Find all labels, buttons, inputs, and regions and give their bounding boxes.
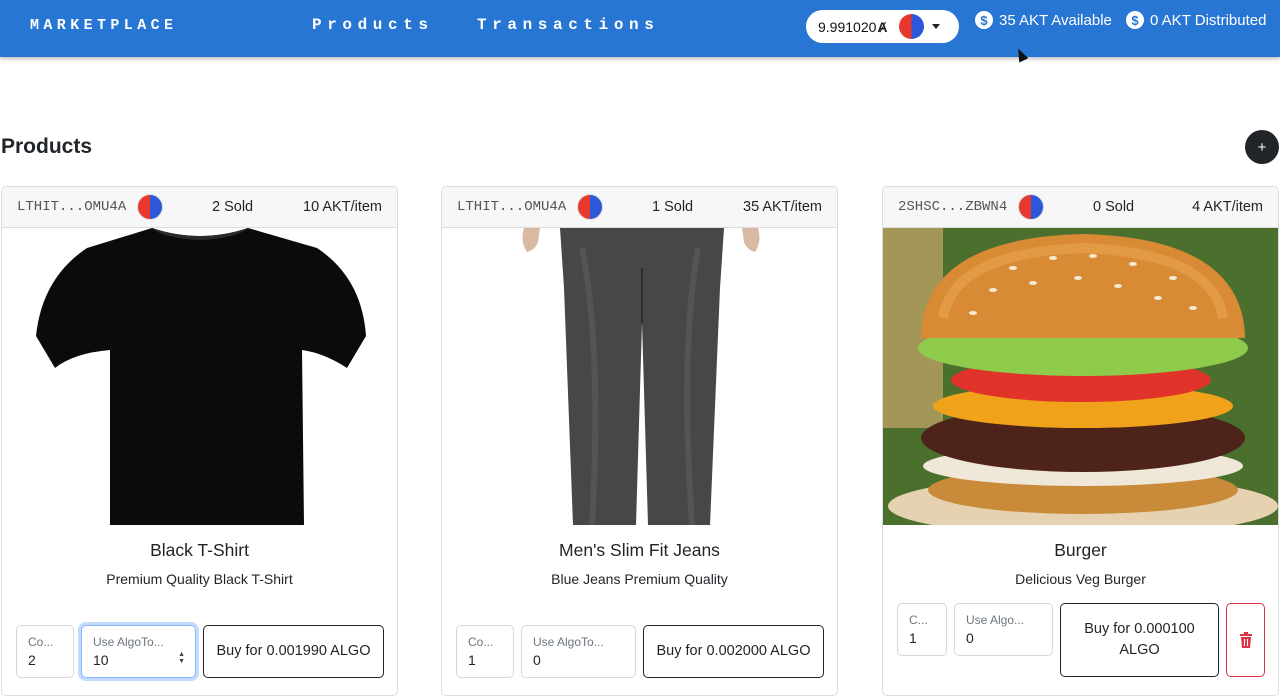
price-per-item: 10 AKT/item [303,199,382,215]
product-description: Delicious Veg Burger [1015,571,1146,587]
sold-count: 2 Sold [212,199,254,215]
algotoken-input[interactable]: Use Algo... 0 [954,603,1053,656]
algotoken-value: 0 [966,630,974,646]
seller-avatar [1018,194,1044,220]
algotoken-label: Use AlgoTo... [533,635,604,649]
product-image [442,228,837,526]
product-name: Burger [1054,540,1107,560]
count-label: Co... [28,635,54,649]
count-value: 1 [909,630,917,646]
price-per-item: 4 AKT/item [1192,199,1263,215]
nav-link-transactions[interactable]: Transactions [477,16,659,34]
count-input[interactable]: C... 1 [897,603,947,656]
count-value: 2 [28,652,36,668]
stepper-icon[interactable]: ▲ ▼ [178,651,185,665]
akt-available-label: 35 AKT Available [999,11,1112,29]
seller-address[interactable]: 2SHSC...ZBWN4 [898,199,1007,215]
top-navbar: MARKETPLACE Products Transactions 9.9910… [0,0,1280,57]
algotoken-input[interactable]: Use AlgoTo... 10 ▲ ▼ [81,625,196,678]
product-image [2,228,397,525]
brand-logo[interactable]: MARKETPLACE [30,17,177,34]
seller-avatar [577,194,603,220]
algotoken-input[interactable]: Use AlgoTo... 0 [521,625,636,678]
product-name: Men's Slim Fit Jeans [559,540,720,560]
trash-icon [1239,632,1252,648]
count-label: C... [909,613,928,627]
product-card: 2SHSC...ZBWN4 0 Sold 4 AKT/item Burger D… [882,186,1279,696]
price-per-item: 35 AKT/item [743,199,822,215]
product-card: LTHIT...OMU4A 1 Sold 35 AKT/item Men's S… [441,186,838,696]
buy-button[interactable]: Buy for 0.000100 ALGO [1060,603,1219,677]
wallet-dropdown[interactable]: 9.991020 Ⱥ [806,10,959,43]
akt-distributed-stat: $ 0 AKT Distributed [1126,11,1266,29]
product-description: Blue Jeans Premium Quality [551,571,728,587]
count-input[interactable]: Co... 2 [16,625,74,678]
card-header: LTHIT...OMU4A 2 Sold 10 AKT/item [2,187,397,228]
akt-distributed-label: 0 AKT Distributed [1150,11,1267,29]
product-card: LTHIT...OMU4A 2 Sold 10 AKT/item Black T… [1,186,398,696]
page-title: Products [1,135,93,158]
seller-address[interactable]: LTHIT...OMU4A [17,199,126,215]
sold-count: 0 Sold [1093,199,1135,215]
buy-button[interactable]: Buy for 0.001990 ALGO [203,625,384,678]
seller-address[interactable]: LTHIT...OMU4A [457,199,566,215]
add-product-button[interactable]: + [1245,130,1279,164]
wallet-balance: 9.991020 [818,18,877,35]
count-label: Co... [468,635,494,649]
product-description: Premium Quality Black T-Shirt [106,571,293,587]
product-name: Black T-Shirt [150,540,249,560]
seller-avatar [137,194,163,220]
count-value: 1 [468,652,476,668]
akt-available-stat: $ 35 AKT Available [975,11,1112,29]
card-header: LTHIT...OMU4A 1 Sold 35 AKT/item [442,187,837,228]
algotoken-label: Use AlgoTo... [93,635,164,649]
count-input[interactable]: Co... 1 [456,625,514,678]
wallet-avatar [898,14,924,39]
algotoken-label: Use Algo... [966,613,1025,627]
delete-product-button[interactable] [1226,603,1265,677]
coin-icon: $ [975,11,993,29]
algo-icon: Ⱥ [877,18,888,35]
nav-link-products[interactable]: Products [312,16,434,34]
product-image [883,228,1278,536]
algotoken-value: 10 [93,652,109,668]
card-header: 2SHSC...ZBWN4 0 Sold 4 AKT/item [883,187,1278,228]
coin-icon: $ [1126,11,1144,29]
sold-count: 1 Sold [652,199,694,215]
algotoken-value: 0 [533,652,541,668]
chevron-down-icon [931,24,940,29]
buy-button[interactable]: Buy for 0.002000 ALGO [643,625,824,678]
